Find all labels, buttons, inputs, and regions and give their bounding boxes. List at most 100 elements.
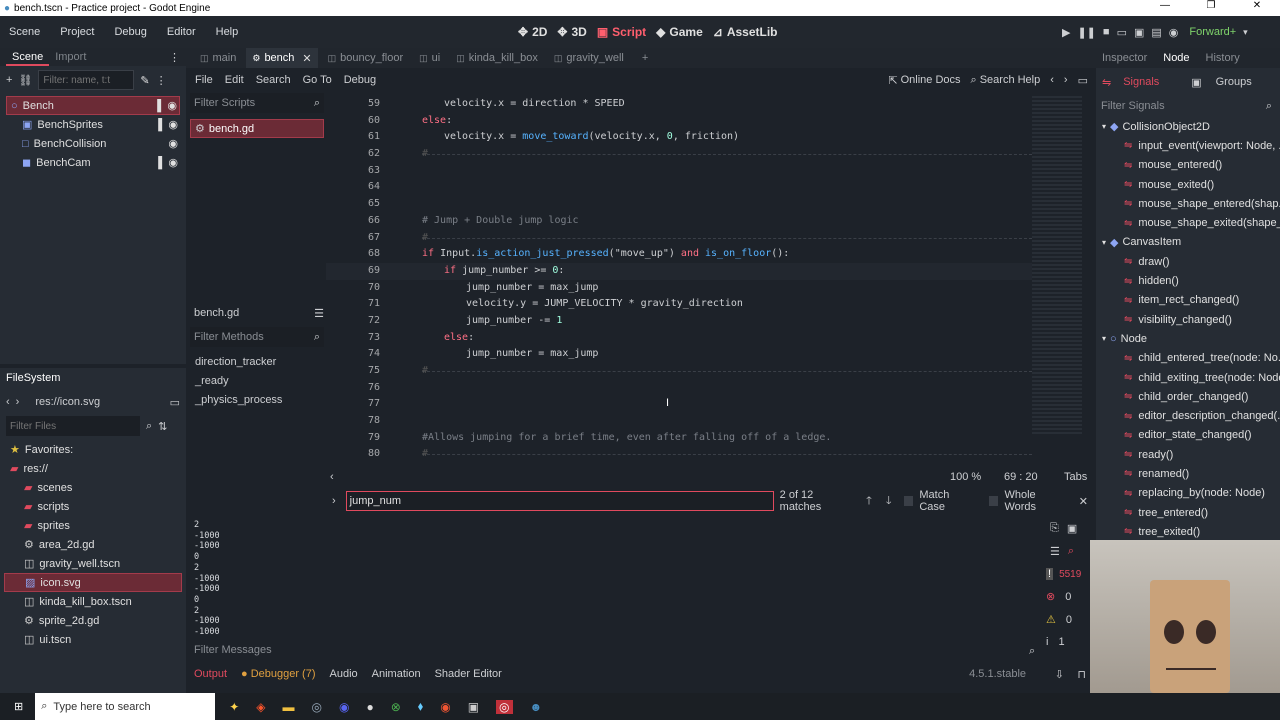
signal-class-header[interactable]: ▾ ○ Node [1102, 329, 1280, 348]
link-icon[interactable]: ⛓ [18, 74, 32, 87]
info-icon[interactable]: i [1046, 636, 1048, 648]
split-view-icon[interactable]: ▭ [170, 396, 180, 409]
script-menu-file[interactable]: File [195, 74, 213, 86]
taskbar-search[interactable]: ⌕ Type here to search [35, 693, 216, 720]
remote-debug-icon[interactable]: ▭ [1117, 26, 1127, 39]
scene-tree-node[interactable]: □ BenchCollision ◉ [6, 134, 180, 153]
record-icon[interactable]: ◎ [496, 699, 513, 714]
filesystem-item[interactable]: ⚙ area_2d.gd [4, 535, 182, 554]
collapse-icon[interactable]: ‹ [330, 471, 334, 483]
scene-tab[interactable]: ◫ kinda_kill_box [450, 48, 544, 68]
play-custom-icon[interactable]: ▤ [1151, 26, 1161, 39]
xbox-icon[interactable]: ⊗ [391, 700, 401, 714]
scene-tree-node[interactable]: ◼ BenchCam ◉ ▐ [6, 153, 180, 172]
filter-messages-input[interactable]: Filter Messages [194, 644, 1039, 660]
find-input[interactable]: jump_num [345, 491, 774, 511]
signal-item[interactable]: ⇋ ready() [1102, 445, 1280, 464]
scene-tab[interactable]: ⚙ bench ✕ [246, 48, 318, 68]
add-tab-icon[interactable]: + [642, 52, 648, 64]
filesystem-item[interactable]: ▰ scenes [4, 478, 182, 497]
subtab-groups[interactable]: Groups [1216, 76, 1252, 88]
stop-icon[interactable]: ■ [1103, 26, 1110, 38]
next-match-icon[interactable]: 🡓 [886, 492, 892, 511]
signal-item[interactable]: ⇋ editor_description_changed(... [1102, 406, 1280, 425]
filesystem-item[interactable]: ▰ scripts [4, 497, 182, 516]
tab-animation[interactable]: Animation [372, 668, 421, 680]
play-scene-icon[interactable]: ▣ [1134, 26, 1144, 39]
menu-project[interactable]: Project [60, 26, 94, 38]
warning-icon[interactable]: ⚠ [1046, 613, 1056, 626]
visibility-icon[interactable]: ◉ [168, 156, 178, 169]
godot-icon[interactable]: ☻ [530, 700, 543, 714]
signal-item[interactable]: ⇋ hidden() [1102, 271, 1280, 290]
filesystem-filter-input[interactable] [6, 416, 140, 436]
pin-icon[interactable]: ▣ [1067, 522, 1077, 535]
tab-audio[interactable]: Audio [330, 668, 358, 680]
whole-words-checkbox[interactable] [988, 496, 999, 506]
signal-item[interactable]: ⇋ replacing_by(node: Node) [1102, 484, 1280, 503]
signal-item[interactable]: ⇋ child_order_changed() [1102, 387, 1280, 406]
signal-item[interactable]: ⇋ editor_state_changed() [1102, 426, 1280, 445]
previous-match-icon[interactable]: 🡑 [866, 492, 872, 511]
script-item-bench[interactable]: ⚙ bench.gd [190, 119, 324, 138]
pin-icon[interactable]: ⇩ [1055, 668, 1064, 681]
menu-dots-icon[interactable]: ⋮ [156, 74, 167, 87]
pause-icon[interactable]: ❚❚ [1077, 26, 1095, 39]
add-node-icon[interactable]: + [6, 74, 12, 86]
history-forward-icon[interactable]: › [1064, 74, 1068, 86]
windows-start-icon[interactable]: ⊞ [14, 700, 23, 713]
filter-signals-input[interactable]: Filter Signals [1101, 100, 1266, 112]
script-icon[interactable]: ▐ [154, 119, 162, 131]
steam-icon[interactable]: ◎ [312, 700, 322, 714]
signal-item[interactable]: ⇋ child_exiting_tree(node: Node) [1102, 368, 1280, 387]
workspace-game[interactable]: ◆ Game [656, 25, 703, 39]
close-icon[interactable]: ✕ [1234, 0, 1280, 16]
play-icon[interactable]: ▶ [1062, 26, 1070, 39]
method-item[interactable]: _physics_process [195, 391, 282, 410]
filter-methods-input[interactable]: Filter Methods [194, 331, 314, 343]
scene-tab[interactable]: ◫ ui [413, 48, 446, 68]
minimap[interactable] [1032, 96, 1082, 436]
tab-scene[interactable]: Scene [6, 48, 50, 66]
menu-editor[interactable]: Editor [167, 26, 196, 38]
scene-tab[interactable]: ◫ main [194, 48, 242, 68]
tab-node[interactable]: Node [1163, 52, 1189, 64]
scene-filter-input[interactable] [38, 70, 135, 90]
menu-scene[interactable]: Scene [9, 26, 40, 38]
signal-class-header[interactable]: ▾ ◆ CollisionObject2D [1102, 117, 1280, 136]
code-editor[interactable]: 59 velocity.x = direction * SPEED 60 else… [326, 93, 1088, 464]
workspace-script[interactable]: ▣ Script [597, 25, 646, 39]
filesystem-item[interactable]: ◫ kinda_kill_box.tscn [4, 592, 182, 611]
brave-icon[interactable]: ◈ [256, 700, 265, 714]
signal-item[interactable]: ⇋ draw() [1102, 252, 1280, 271]
clear-icon[interactable]: ☰ [1050, 545, 1060, 558]
filesystem-item[interactable]: ▨ icon.svg [4, 573, 182, 592]
copy-icon[interactable]: ⎘ [1050, 522, 1059, 535]
scene-tab[interactable]: ◫ bouncy_floor [322, 48, 410, 68]
script-icon[interactable]: ▐ [154, 157, 162, 169]
visibility-icon[interactable]: ◉ [168, 118, 178, 131]
method-item[interactable]: _ready [195, 372, 282, 391]
signal-item[interactable]: ⇋ tree_entered() [1102, 503, 1280, 522]
back-icon[interactable]: ‹ [6, 396, 10, 408]
scene-tab[interactable]: ◫ gravity_well [548, 48, 630, 68]
filesystem-item[interactable]: ⚙ sprite_2d.gd [4, 611, 182, 630]
menu-debug[interactable]: Debug [114, 26, 146, 38]
signal-item[interactable]: ⇋ mouse_shape_entered(shap... [1102, 194, 1280, 213]
signal-item[interactable]: ⇋ mouse_shape_exited(shape_... [1102, 213, 1280, 232]
workspace-assetlib[interactable]: ⊿ AssetLib [713, 25, 778, 39]
scene-tree-node[interactable]: ○ Bench ◉ ▐ [6, 96, 180, 115]
script-menu-search[interactable]: Search [256, 74, 291, 86]
sparkle-icon[interactable]: ✦ [229, 700, 239, 714]
discord-icon[interactable]: ◉ [339, 700, 349, 714]
script-menu-debug[interactable]: Debug [344, 74, 376, 86]
tab-output[interactable]: Output [194, 668, 227, 680]
distraction-free-icon[interactable]: ▭ [1078, 74, 1088, 87]
tab-inspector[interactable]: Inspector [1102, 52, 1147, 64]
signal-item[interactable]: ⇋ mouse_exited() [1102, 175, 1280, 194]
script-menu-goto[interactable]: Go To [303, 74, 332, 86]
script-menu-edit[interactable]: Edit [225, 74, 244, 86]
menu-dots-icon[interactable]: ⋮ [169, 51, 180, 64]
filesystem-item[interactable]: ▰ sprites [4, 516, 182, 535]
filesystem-item[interactable]: ◫ ui.tscn [4, 630, 182, 649]
